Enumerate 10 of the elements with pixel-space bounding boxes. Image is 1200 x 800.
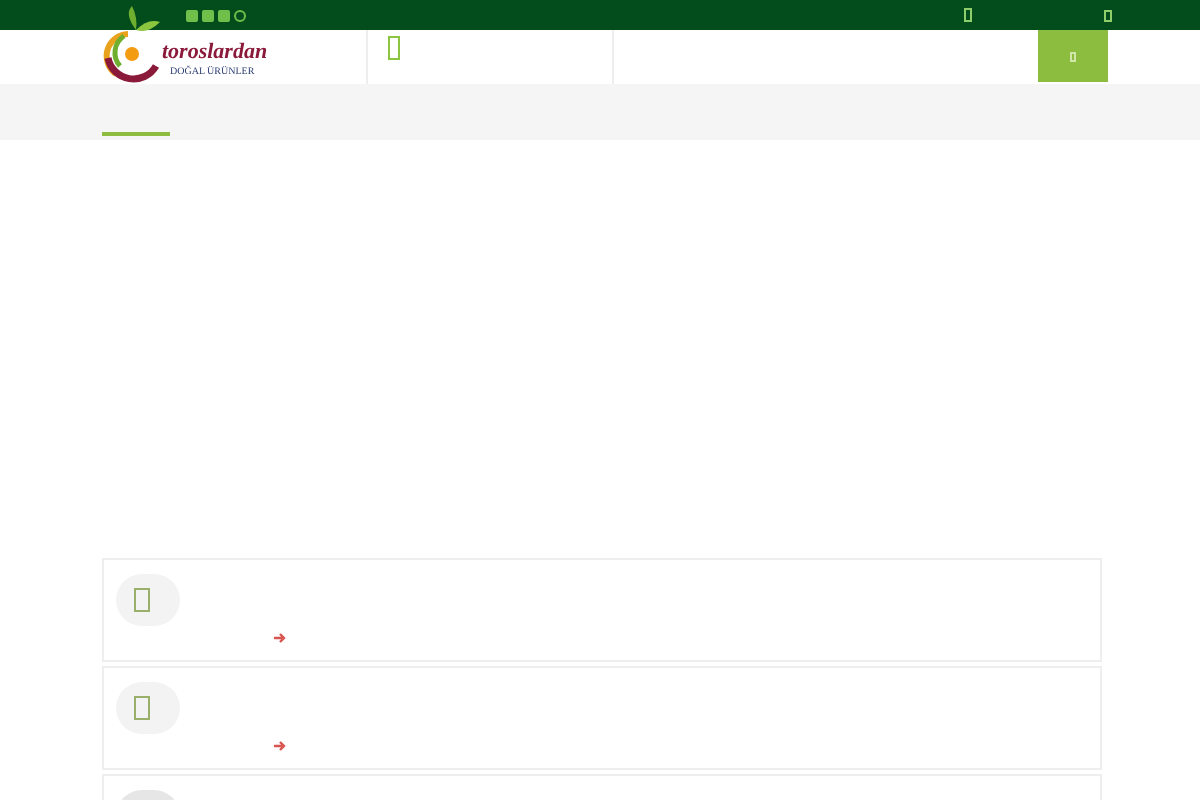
placeholder-icon [964,8,972,22]
placeholder-icon [134,588,150,612]
placeholder-icon [388,36,400,60]
logo-icon [100,6,164,86]
arrow-icon [274,632,286,644]
active-tab-indicator [102,132,170,136]
logo-name: toroslardan [162,42,268,64]
placeholder-icon [1104,9,1112,21]
placeholder-icon [134,696,150,720]
arrow-icon [274,740,286,752]
